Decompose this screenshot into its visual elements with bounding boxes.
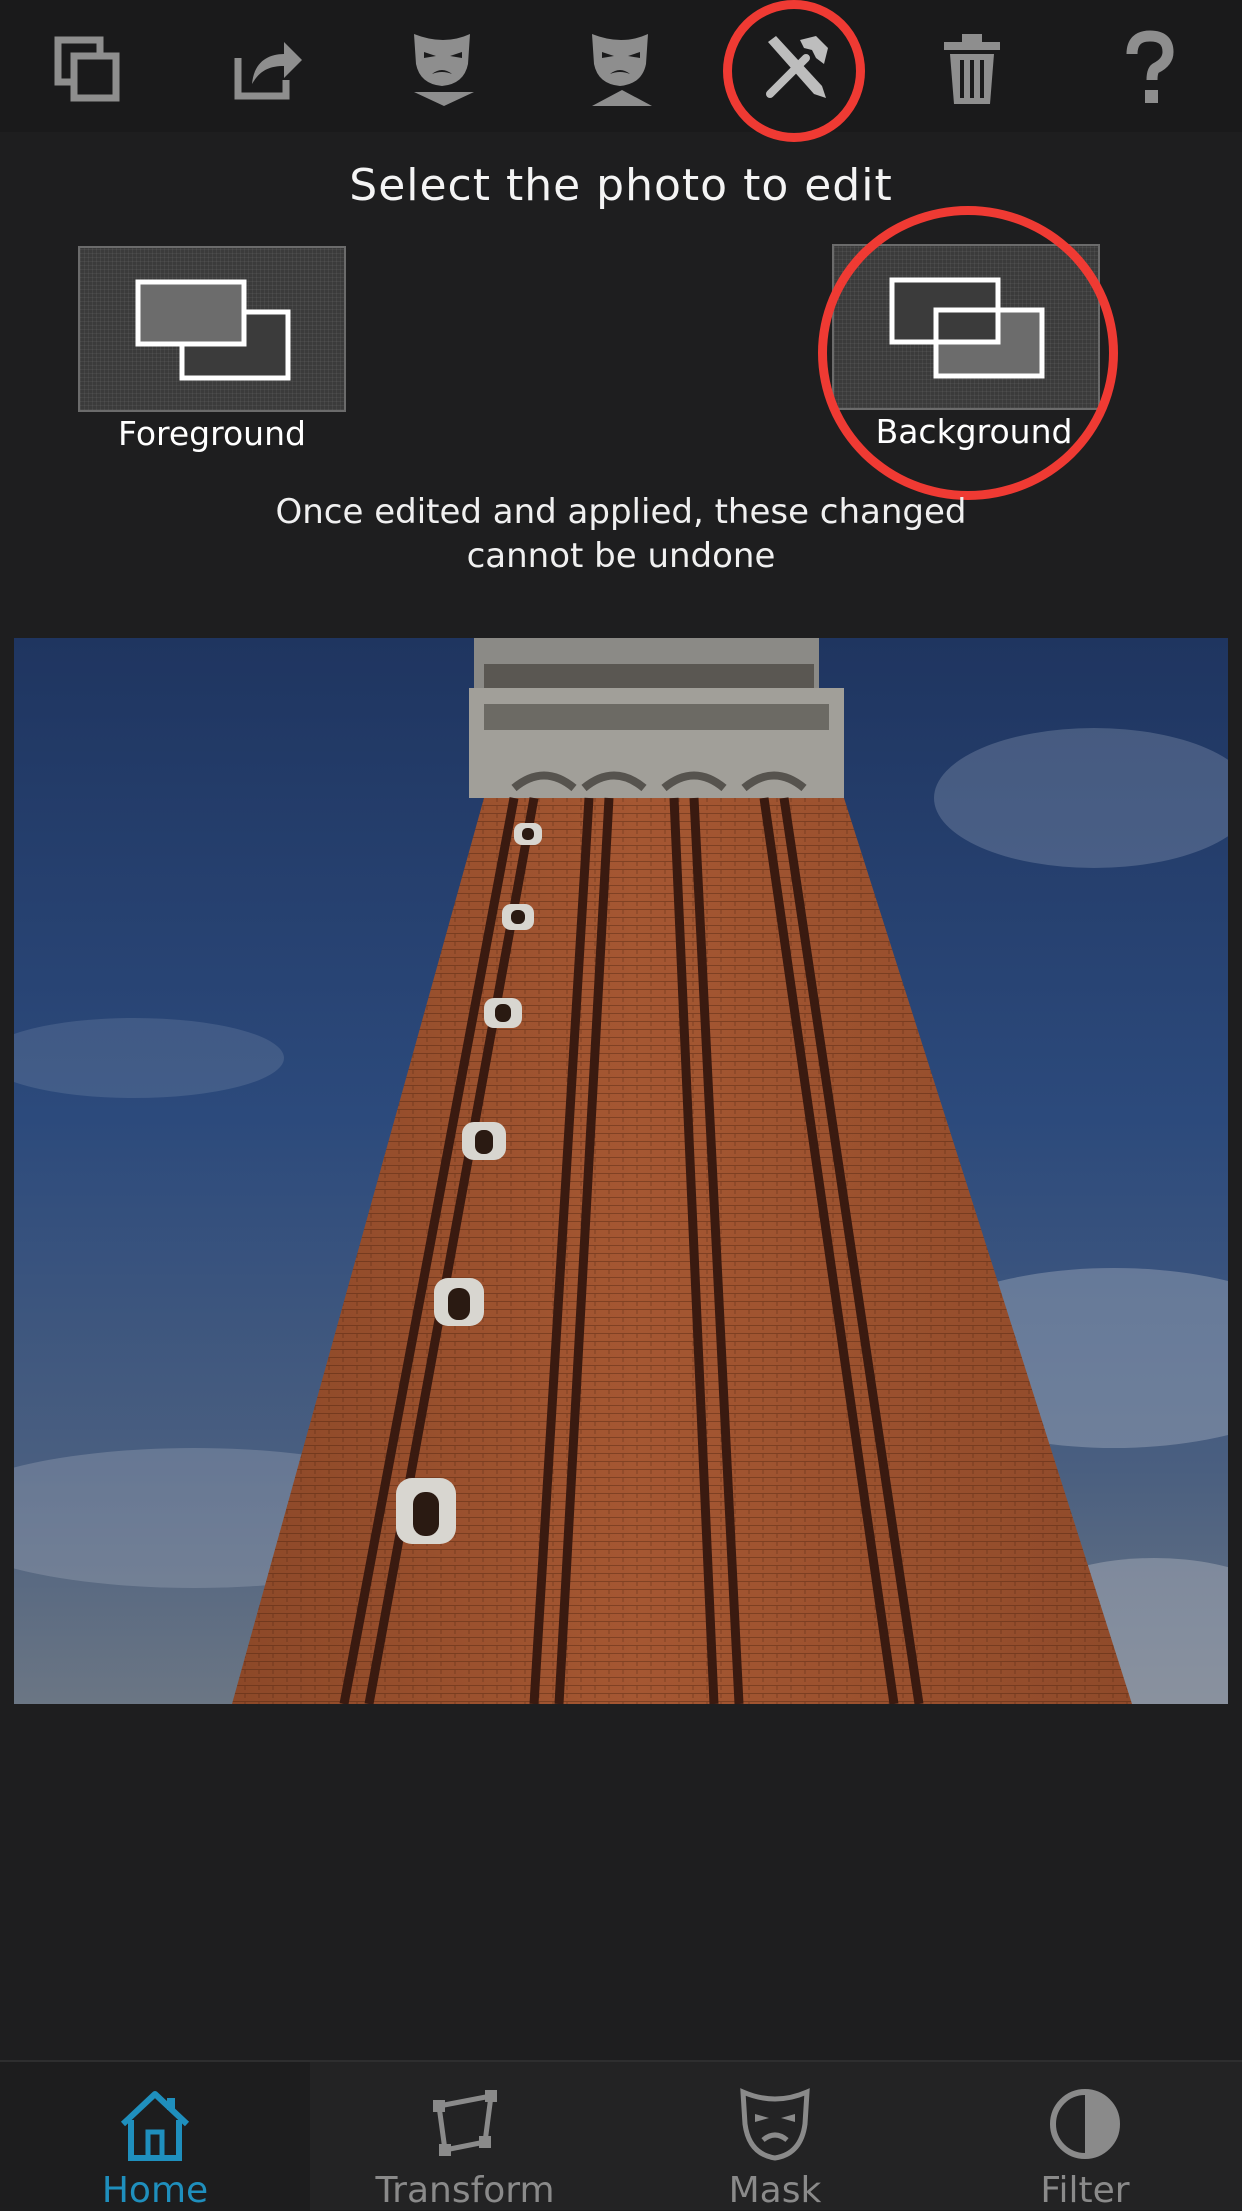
help-button[interactable]: [1102, 20, 1198, 116]
trash-button[interactable]: [924, 20, 1020, 116]
mask-down-icon: [414, 34, 474, 106]
tab-filter-label: Filter: [1040, 2170, 1130, 2211]
warning-line-2: cannot be undone: [466, 536, 776, 576]
mask-up-button[interactable]: [574, 20, 670, 116]
tab-transform[interactable]: Transform: [310, 2062, 620, 2211]
tab-transform-label: Transform: [375, 2170, 555, 2211]
tab-home-label: Home: [101, 2170, 209, 2211]
trash-icon: [944, 34, 1000, 104]
background-label: Background: [875, 412, 1073, 451]
tab-filter[interactable]: Filter: [930, 2062, 1240, 2211]
photo-canvas[interactable]: [14, 638, 1228, 1704]
tools-icon: [766, 36, 828, 98]
warning-line-1: Once edited and applied, these changed: [275, 492, 967, 532]
background-option[interactable]: [832, 244, 1100, 410]
mask-down-button[interactable]: [396, 20, 492, 116]
home-icon: [120, 2091, 190, 2161]
mask-up-icon: [592, 34, 652, 106]
help-icon: [1126, 30, 1174, 103]
bell-tower-photo: [14, 638, 1228, 1704]
background-layers-icon: [889, 277, 1045, 379]
tab-mask[interactable]: Mask: [620, 2062, 930, 2211]
foreground-option[interactable]: [78, 246, 346, 412]
foreground-layers-icon: [135, 279, 291, 381]
tools-button[interactable]: [748, 20, 844, 116]
layers-icon: [54, 36, 120, 102]
bottom-tab-bar: Home Transform Mask Filter: [0, 2060, 1242, 2211]
transform-icon: [433, 2090, 497, 2156]
mask-icon: [740, 2088, 810, 2161]
share-icon: [234, 42, 302, 100]
filter-icon: [1050, 2089, 1120, 2159]
prompt-title: Select the photo to edit: [349, 160, 893, 211]
tab-mask-label: Mask: [728, 2170, 822, 2211]
tab-home[interactable]: Home: [0, 2062, 310, 2211]
share-button[interactable]: [218, 20, 314, 116]
warning-text: Once edited and applied, these changed c…: [0, 490, 1242, 578]
layers-button[interactable]: [40, 20, 136, 116]
foreground-label: Foreground: [118, 414, 306, 453]
top-toolbar: [0, 0, 1242, 142]
